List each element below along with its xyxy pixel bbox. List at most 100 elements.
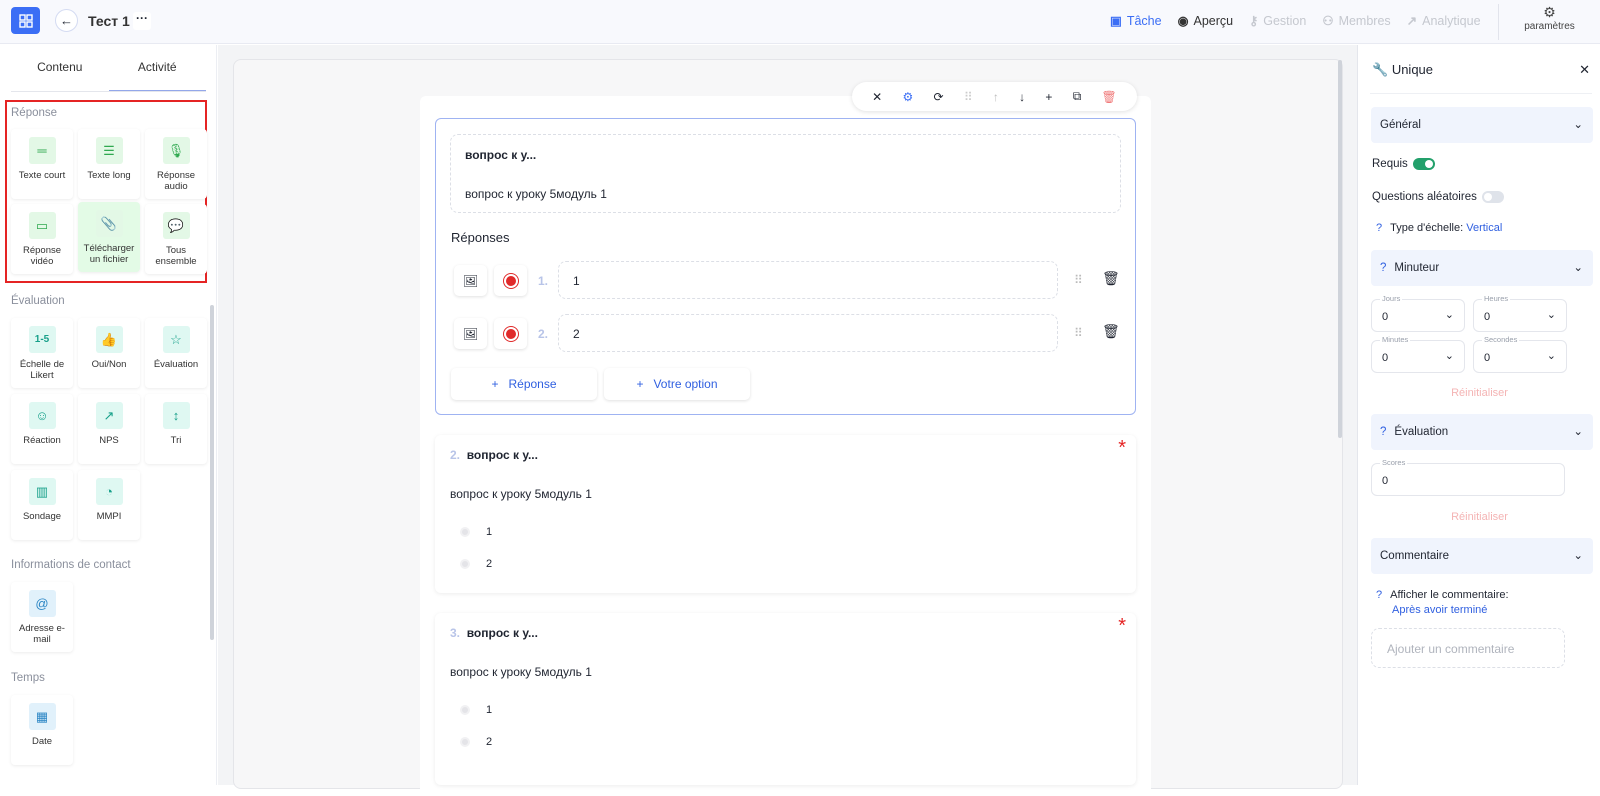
answer-input[interactable]: 1 bbox=[558, 261, 1058, 299]
tile-reponse-audio[interactable]: 🎙 Réponse audio bbox=[145, 129, 207, 199]
question-title: вопрос к у... bbox=[465, 148, 537, 162]
hours-select[interactable]: Heures 0 ⌄ bbox=[1473, 294, 1567, 332]
tile-date[interactable]: ▦ Date bbox=[11, 695, 73, 765]
help-icon[interactable]: ? bbox=[1380, 262, 1386, 274]
tile-evaluation[interactable]: ☆ Évaluation bbox=[145, 318, 207, 388]
scores-label: Scores bbox=[1380, 458, 1408, 467]
option[interactable]: 1 bbox=[460, 526, 492, 538]
copy-icon[interactable]: ⧉ bbox=[1073, 89, 1082, 104]
trash-icon[interactable]: 🗑 bbox=[1102, 323, 1120, 340]
gear-icon[interactable]: ⚙ bbox=[902, 90, 913, 104]
scale-value-link[interactable]: Vertical bbox=[1466, 222, 1502, 234]
add-option-label: Votre option bbox=[653, 377, 718, 391]
pie-chart-icon: ◔ bbox=[95, 478, 123, 505]
accordion-commentaire[interactable]: Commentaire ⌄ bbox=[1371, 538, 1593, 574]
add-image-button[interactable]: 🖼 bbox=[454, 318, 487, 349]
add-option-button[interactable]: + Votre option bbox=[604, 368, 750, 400]
tile-reaction[interactable]: ☺ Réaction bbox=[11, 394, 73, 464]
tile-mmpi[interactable]: ◔ MMPI bbox=[78, 470, 140, 540]
nav-membres[interactable]: ⚇ Membres bbox=[1322, 13, 1390, 29]
more-options-button[interactable]: ··· bbox=[133, 12, 151, 30]
required-toggle[interactable] bbox=[1412, 158, 1435, 170]
arrow-down-icon[interactable]: ↓ bbox=[1019, 90, 1025, 104]
option[interactable]: 2 bbox=[460, 736, 492, 748]
option-label: 1 bbox=[486, 526, 493, 538]
chevron-down-icon: ⌄ bbox=[1444, 309, 1454, 321]
tile-nps[interactable]: ↗ NPS bbox=[78, 394, 140, 464]
tab-contenu[interactable]: Contenu bbox=[11, 45, 109, 91]
close-icon[interactable]: ✕ bbox=[1579, 62, 1590, 78]
tile-likert[interactable]: 1-5 Échelle de Likert bbox=[11, 318, 73, 388]
random-toggle[interactable] bbox=[1481, 191, 1504, 203]
sidebar-scrollbar[interactable] bbox=[210, 305, 214, 640]
help-icon[interactable]: ? bbox=[1380, 426, 1386, 438]
add-image-button[interactable]: 🖼 bbox=[454, 265, 487, 296]
tile-oui-non[interactable]: 👍 Oui/Non bbox=[78, 318, 140, 388]
days-value: 0 bbox=[1382, 311, 1389, 323]
nav-tache[interactable]: ▣ Tâche bbox=[1110, 13, 1162, 29]
random-label: Questions aléatoires bbox=[1372, 191, 1477, 204]
tile-tri[interactable]: ↕ Tri bbox=[145, 394, 207, 464]
close-icon[interactable]: ✕ bbox=[872, 90, 882, 104]
help-icon[interactable]: ? bbox=[1376, 222, 1382, 234]
hours-label: Heures bbox=[1482, 294, 1511, 303]
drag-handle-icon[interactable]: ⠿ bbox=[1074, 326, 1083, 340]
question-toolbar: ✕ ⚙ ⟳ ⠿ ↑ ↓ + ⧉ 🗑 bbox=[852, 82, 1137, 111]
tile-sondage[interactable]: ▥ Sondage bbox=[11, 470, 73, 540]
trash-icon[interactable]: 🗑 bbox=[1102, 270, 1120, 287]
chevron-down-icon: ⌄ bbox=[1444, 350, 1454, 362]
tile-adresse-email[interactable]: @ Adresse e-mail bbox=[11, 582, 73, 652]
tile-texte-court[interactable]: ═ Texte court bbox=[11, 129, 73, 199]
tile-tous-ensemble[interactable]: 💬 Tous ensemble bbox=[145, 204, 207, 274]
arrow-up-icon[interactable]: ↑ bbox=[993, 90, 999, 104]
help-icon[interactable]: ? bbox=[1376, 589, 1382, 601]
nav-gestion[interactable]: ⚷ Gestion bbox=[1249, 13, 1306, 29]
seconds-label: Secondes bbox=[1482, 335, 1520, 344]
trash-icon[interactable]: 🗑 bbox=[1102, 90, 1117, 104]
comment-input[interactable]: Ajouter un commentaire bbox=[1371, 628, 1565, 668]
drag-handle-icon[interactable]: ⠿ bbox=[1074, 273, 1083, 287]
option[interactable]: 1 bbox=[460, 704, 492, 716]
add-answer-button[interactable]: + Réponse bbox=[451, 368, 597, 400]
correct-answer-toggle[interactable] bbox=[494, 265, 527, 296]
nav-apercu[interactable]: ◉ Aperçu bbox=[1178, 13, 1234, 29]
tile-reponse-video[interactable]: ▭ Réponse vidéo bbox=[11, 204, 73, 274]
minutes-select[interactable]: Minutes 0 ⌄ bbox=[1371, 335, 1465, 373]
microphone-icon: 🎙 bbox=[162, 137, 190, 164]
drag-icon[interactable]: ⠿ bbox=[964, 90, 973, 104]
question-card[interactable]: * 3. вопрос к у... вопрос к уроку 5модул… bbox=[435, 613, 1136, 785]
reset-scores-button[interactable]: Réinitialiser bbox=[1358, 511, 1600, 523]
answer-input[interactable]: 2 bbox=[558, 314, 1058, 352]
settings-button[interactable]: ⚙ paramètres bbox=[1498, 4, 1600, 40]
accordion-minuteur[interactable]: ? Minuteur ⌄ bbox=[1371, 250, 1593, 286]
answer-value: 1 bbox=[573, 274, 580, 288]
apps-grid-button[interactable] bbox=[11, 7, 40, 34]
reset-timer-button[interactable]: Réinitialiser bbox=[1358, 387, 1600, 399]
minutes-value: 0 bbox=[1382, 352, 1389, 364]
tile-texte-long[interactable]: ☰ Texte long bbox=[78, 129, 140, 199]
question-text-field[interactable] bbox=[450, 134, 1121, 213]
short-text-icon: ═ bbox=[28, 137, 56, 164]
accordion-evaluation[interactable]: ? Évaluation ⌄ bbox=[1371, 414, 1593, 450]
back-button[interactable]: ← bbox=[55, 9, 78, 32]
correct-answer-toggle[interactable] bbox=[494, 318, 527, 349]
users-icon: ⚇ bbox=[1322, 14, 1334, 28]
plus-icon[interactable]: + bbox=[1045, 90, 1052, 104]
refresh-icon[interactable]: ⟳ bbox=[933, 90, 943, 104]
nav-analytique[interactable]: ↗ Analytique bbox=[1407, 13, 1481, 29]
editor-scrollbar[interactable] bbox=[1338, 60, 1342, 438]
question-text: вопрос к уроку 5модуль 1 bbox=[465, 187, 607, 201]
show-comment-link[interactable]: Après avoir terminé bbox=[1392, 604, 1509, 616]
question-card[interactable]: * 2. вопрос к у... вопрос к уроку 5модул… bbox=[435, 435, 1136, 593]
accordion-general[interactable]: Général ⌄ bbox=[1371, 107, 1593, 143]
tab-activite[interactable]: Activité bbox=[108, 45, 206, 91]
option[interactable]: 2 bbox=[460, 558, 492, 570]
scores-input[interactable]: Scores 0 bbox=[1371, 458, 1565, 496]
radio-icon bbox=[505, 275, 516, 286]
question-text: вопрос к уроку 5модуль 1 bbox=[450, 487, 592, 501]
tile-telecharger-fichier[interactable]: 📎 Télécharger un fichier bbox=[78, 202, 140, 272]
days-select[interactable]: Jours 0 ⌄ bbox=[1371, 294, 1465, 332]
seconds-select[interactable]: Secondes 0 ⌄ bbox=[1473, 335, 1567, 373]
question-title: вопрос к у... bbox=[466, 626, 538, 640]
scale-label: Type d'échelle: bbox=[1390, 222, 1464, 234]
